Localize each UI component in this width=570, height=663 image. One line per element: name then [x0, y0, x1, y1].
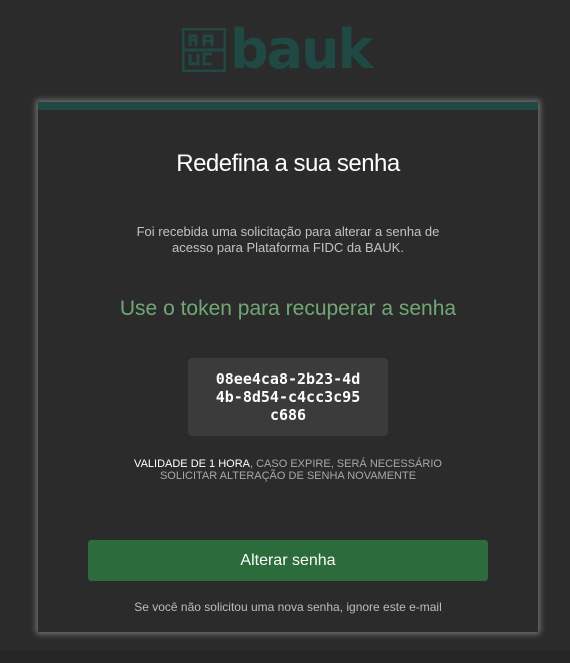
validity-strong: VALIDADE DE 1 HORA [134, 458, 250, 470]
token-value[interactable]: 08ee4ca8-2b23-4d4b-8d54-c4cc3c95c686 [213, 370, 363, 424]
change-password-button-label: Alterar senha [240, 551, 336, 569]
page-title: Redefina a sua senha [176, 150, 400, 177]
email-card: Redefina a sua senha Foi recebida uma so… [38, 102, 538, 632]
token-heading: Use o token para recuperar a senha [119, 297, 457, 320]
bauk-logo-mark-icon [182, 28, 226, 72]
change-password-button[interactable]: Alterar senha [88, 540, 488, 581]
bottom-band [0, 651, 570, 663]
token-box: 08ee4ca8-2b23-4d4b-8d54-c4cc3c95c686 [188, 358, 388, 436]
intro-text: Foi recebida uma solicitação para altera… [136, 224, 440, 255]
footer-note: Se você não solicitou uma nova senha, ig… [134, 600, 442, 614]
bauk-logo: bauk [182, 18, 392, 81]
logo-mark-svg [182, 28, 226, 72]
card-top-bar [38, 102, 538, 110]
bauk-logo-word: bauk [230, 18, 373, 81]
validity-notice: VALIDADE DE 1 HORA, CASO EXPIRE, SERÁ NE… [118, 458, 458, 482]
